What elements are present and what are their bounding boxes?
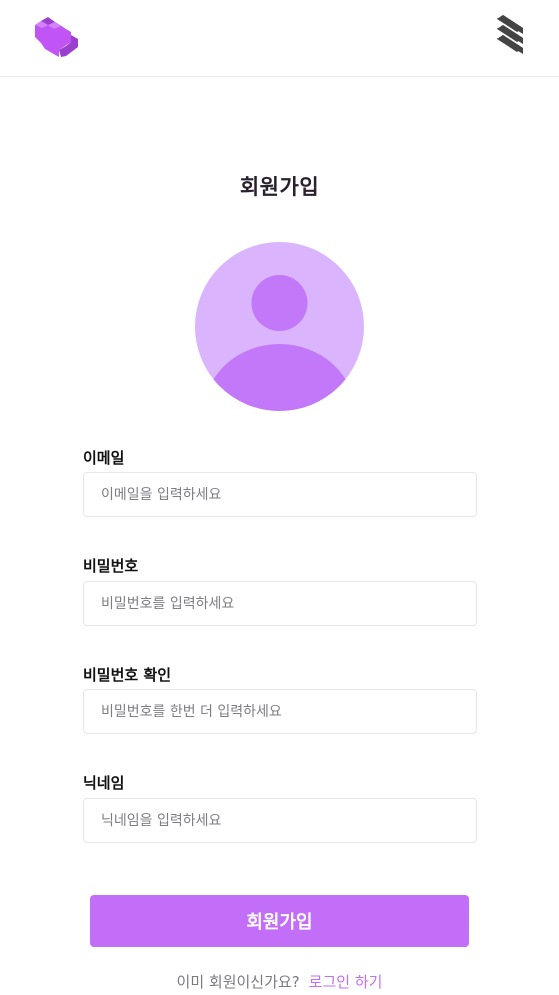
login-link[interactable]: 로그인 하기 bbox=[309, 973, 383, 991]
password-confirm-field[interactable] bbox=[83, 689, 477, 734]
password-confirm-label: 비밀번호 확인 bbox=[83, 666, 172, 684]
login-prompt: 이미 회원이신가요? 로그인 하기 bbox=[0, 971, 559, 992]
user-avatar-icon[interactable] bbox=[195, 242, 364, 411]
email-field[interactable] bbox=[83, 472, 477, 517]
nickname-field[interactable] bbox=[83, 798, 477, 843]
nickname-label: 닉네임 bbox=[83, 774, 125, 792]
signup-button[interactable]: 회원가입 bbox=[90, 895, 469, 947]
page-title: 회원가입 bbox=[239, 175, 320, 199]
pixel-heart-icon[interactable] bbox=[33, 13, 79, 59]
top-header bbox=[0, 0, 559, 77]
password-label: 비밀번호 bbox=[83, 557, 139, 575]
password-field[interactable] bbox=[83, 581, 477, 626]
menu-icon[interactable] bbox=[494, 13, 526, 59]
login-prompt-text: 이미 회원이신가요? bbox=[176, 973, 300, 991]
email-label: 이메일 bbox=[83, 449, 125, 467]
